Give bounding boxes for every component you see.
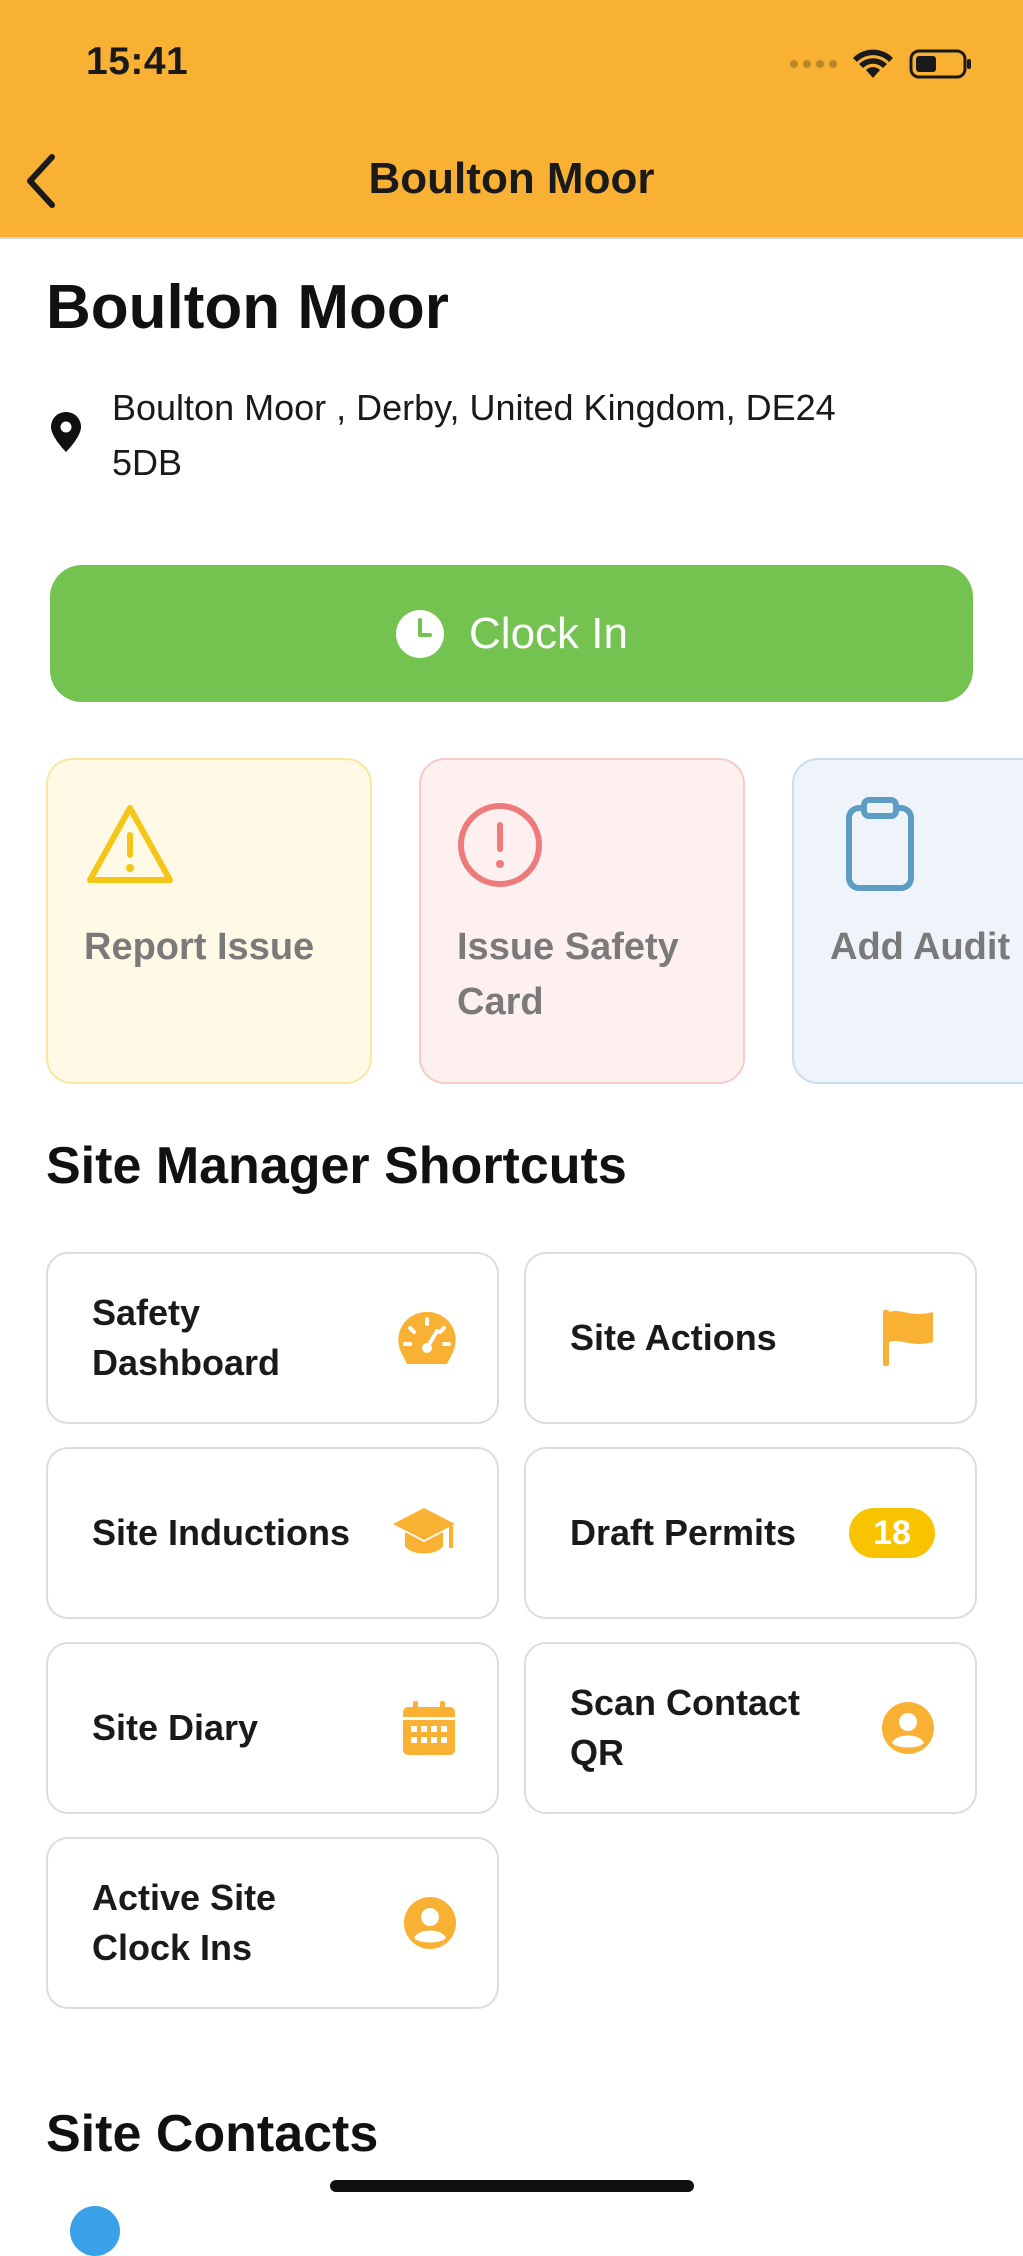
- clipboard-icon: [846, 797, 914, 891]
- scan-contact-qr-label: Scan Contact QR: [570, 1678, 870, 1778]
- active-site-clock-ins-label: Active Site Clock Ins: [92, 1873, 392, 1973]
- safety-dashboard-label-line-1: Safety: [92, 1292, 201, 1333]
- issue-safety-card[interactable]: Issue Safety Card: [419, 758, 745, 1084]
- report-issue-label: Report Issue: [84, 926, 315, 968]
- site-actions-label: Site Actions: [570, 1317, 777, 1358]
- site-address: Boulton Moor , Derby, United Kingdom, DE…: [112, 380, 972, 490]
- site-diary-label: Site Diary: [92, 1707, 259, 1748]
- draft-permits-tile[interactable]: Draft Permits 18: [524, 1447, 977, 1619]
- wifi-icon: [853, 49, 893, 78]
- add-audit-card[interactable]: Add Audit: [792, 758, 1023, 1084]
- site-diary-tile[interactable]: Site Diary: [46, 1642, 499, 1814]
- issue-safety-card-label-line-2: Card: [457, 981, 544, 1023]
- warning-triangle-icon: [87, 805, 173, 883]
- address-line-2: 5DB: [112, 442, 183, 483]
- add-audit-label: Add Audit: [830, 926, 1011, 968]
- active-site-clock-ins-label-line-2: Clock Ins: [92, 1927, 253, 1968]
- status-time: 15:41: [86, 40, 189, 83]
- draft-permits-label: Draft Permits: [570, 1512, 797, 1553]
- shortcuts-heading: Site Manager Shortcuts: [46, 1137, 627, 1195]
- location-pin-icon: [51, 412, 81, 452]
- battery-icon: [909, 49, 971, 79]
- report-issue-card[interactable]: Report Issue: [46, 758, 372, 1084]
- issue-safety-card-label-line-1: Issue Safety: [457, 926, 679, 968]
- clock-in-label: Clock In: [469, 608, 628, 658]
- scan-contact-qr-tile[interactable]: Scan Contact QR: [524, 1642, 977, 1814]
- flag-icon: [881, 1308, 935, 1368]
- draft-permits-badge-wrap: 18: [849, 1508, 935, 1558]
- contacts-heading: Site Contacts: [46, 2105, 379, 2163]
- cellular-signal-icon: [790, 60, 837, 68]
- scan-contact-qr-label-line-2: QR: [570, 1732, 624, 1773]
- user-circle-icon: [403, 1896, 457, 1950]
- home-indicator: [330, 2180, 694, 2192]
- speedometer-icon: [397, 1310, 457, 1366]
- app-header: 15:41 Boulton Moor: [0, 0, 1023, 238]
- draft-permits-badge: 18: [849, 1508, 935, 1558]
- header-divider: [0, 237, 1023, 239]
- address-line-1: Boulton Moor , Derby, United Kingdom, DE…: [112, 387, 836, 428]
- exclamation-circle-icon: [458, 803, 542, 887]
- active-site-clock-ins-tile[interactable]: Active Site Clock Ins: [46, 1837, 499, 2009]
- page-title: Boulton Moor: [46, 273, 449, 342]
- site-actions-tile[interactable]: Site Actions: [524, 1252, 977, 1424]
- user-circle-icon: [881, 1701, 935, 1755]
- safety-dashboard-tile[interactable]: Safety Dashboard: [46, 1252, 499, 1424]
- safety-dashboard-label: Safety Dashboard: [92, 1288, 392, 1388]
- clock-in-button[interactable]: Clock In: [50, 565, 973, 702]
- graduation-cap-icon: [391, 1506, 457, 1560]
- scan-contact-qr-label-line-1: Scan Contact: [570, 1682, 801, 1723]
- nav-title: Boulton Moor: [368, 154, 655, 203]
- clock-icon: [396, 609, 445, 658]
- site-inductions-label: Site Inductions: [92, 1512, 351, 1553]
- active-site-clock-ins-label-line-1: Active Site: [92, 1877, 277, 1918]
- safety-dashboard-label-line-2: Dashboard: [92, 1342, 281, 1383]
- contact-avatar[interactable]: [70, 2206, 120, 2256]
- site-inductions-tile[interactable]: Site Inductions: [46, 1447, 499, 1619]
- calendar-icon: [401, 1699, 457, 1757]
- issue-safety-card-label: Issue Safety Card: [457, 920, 727, 1030]
- status-icons: [790, 44, 973, 84]
